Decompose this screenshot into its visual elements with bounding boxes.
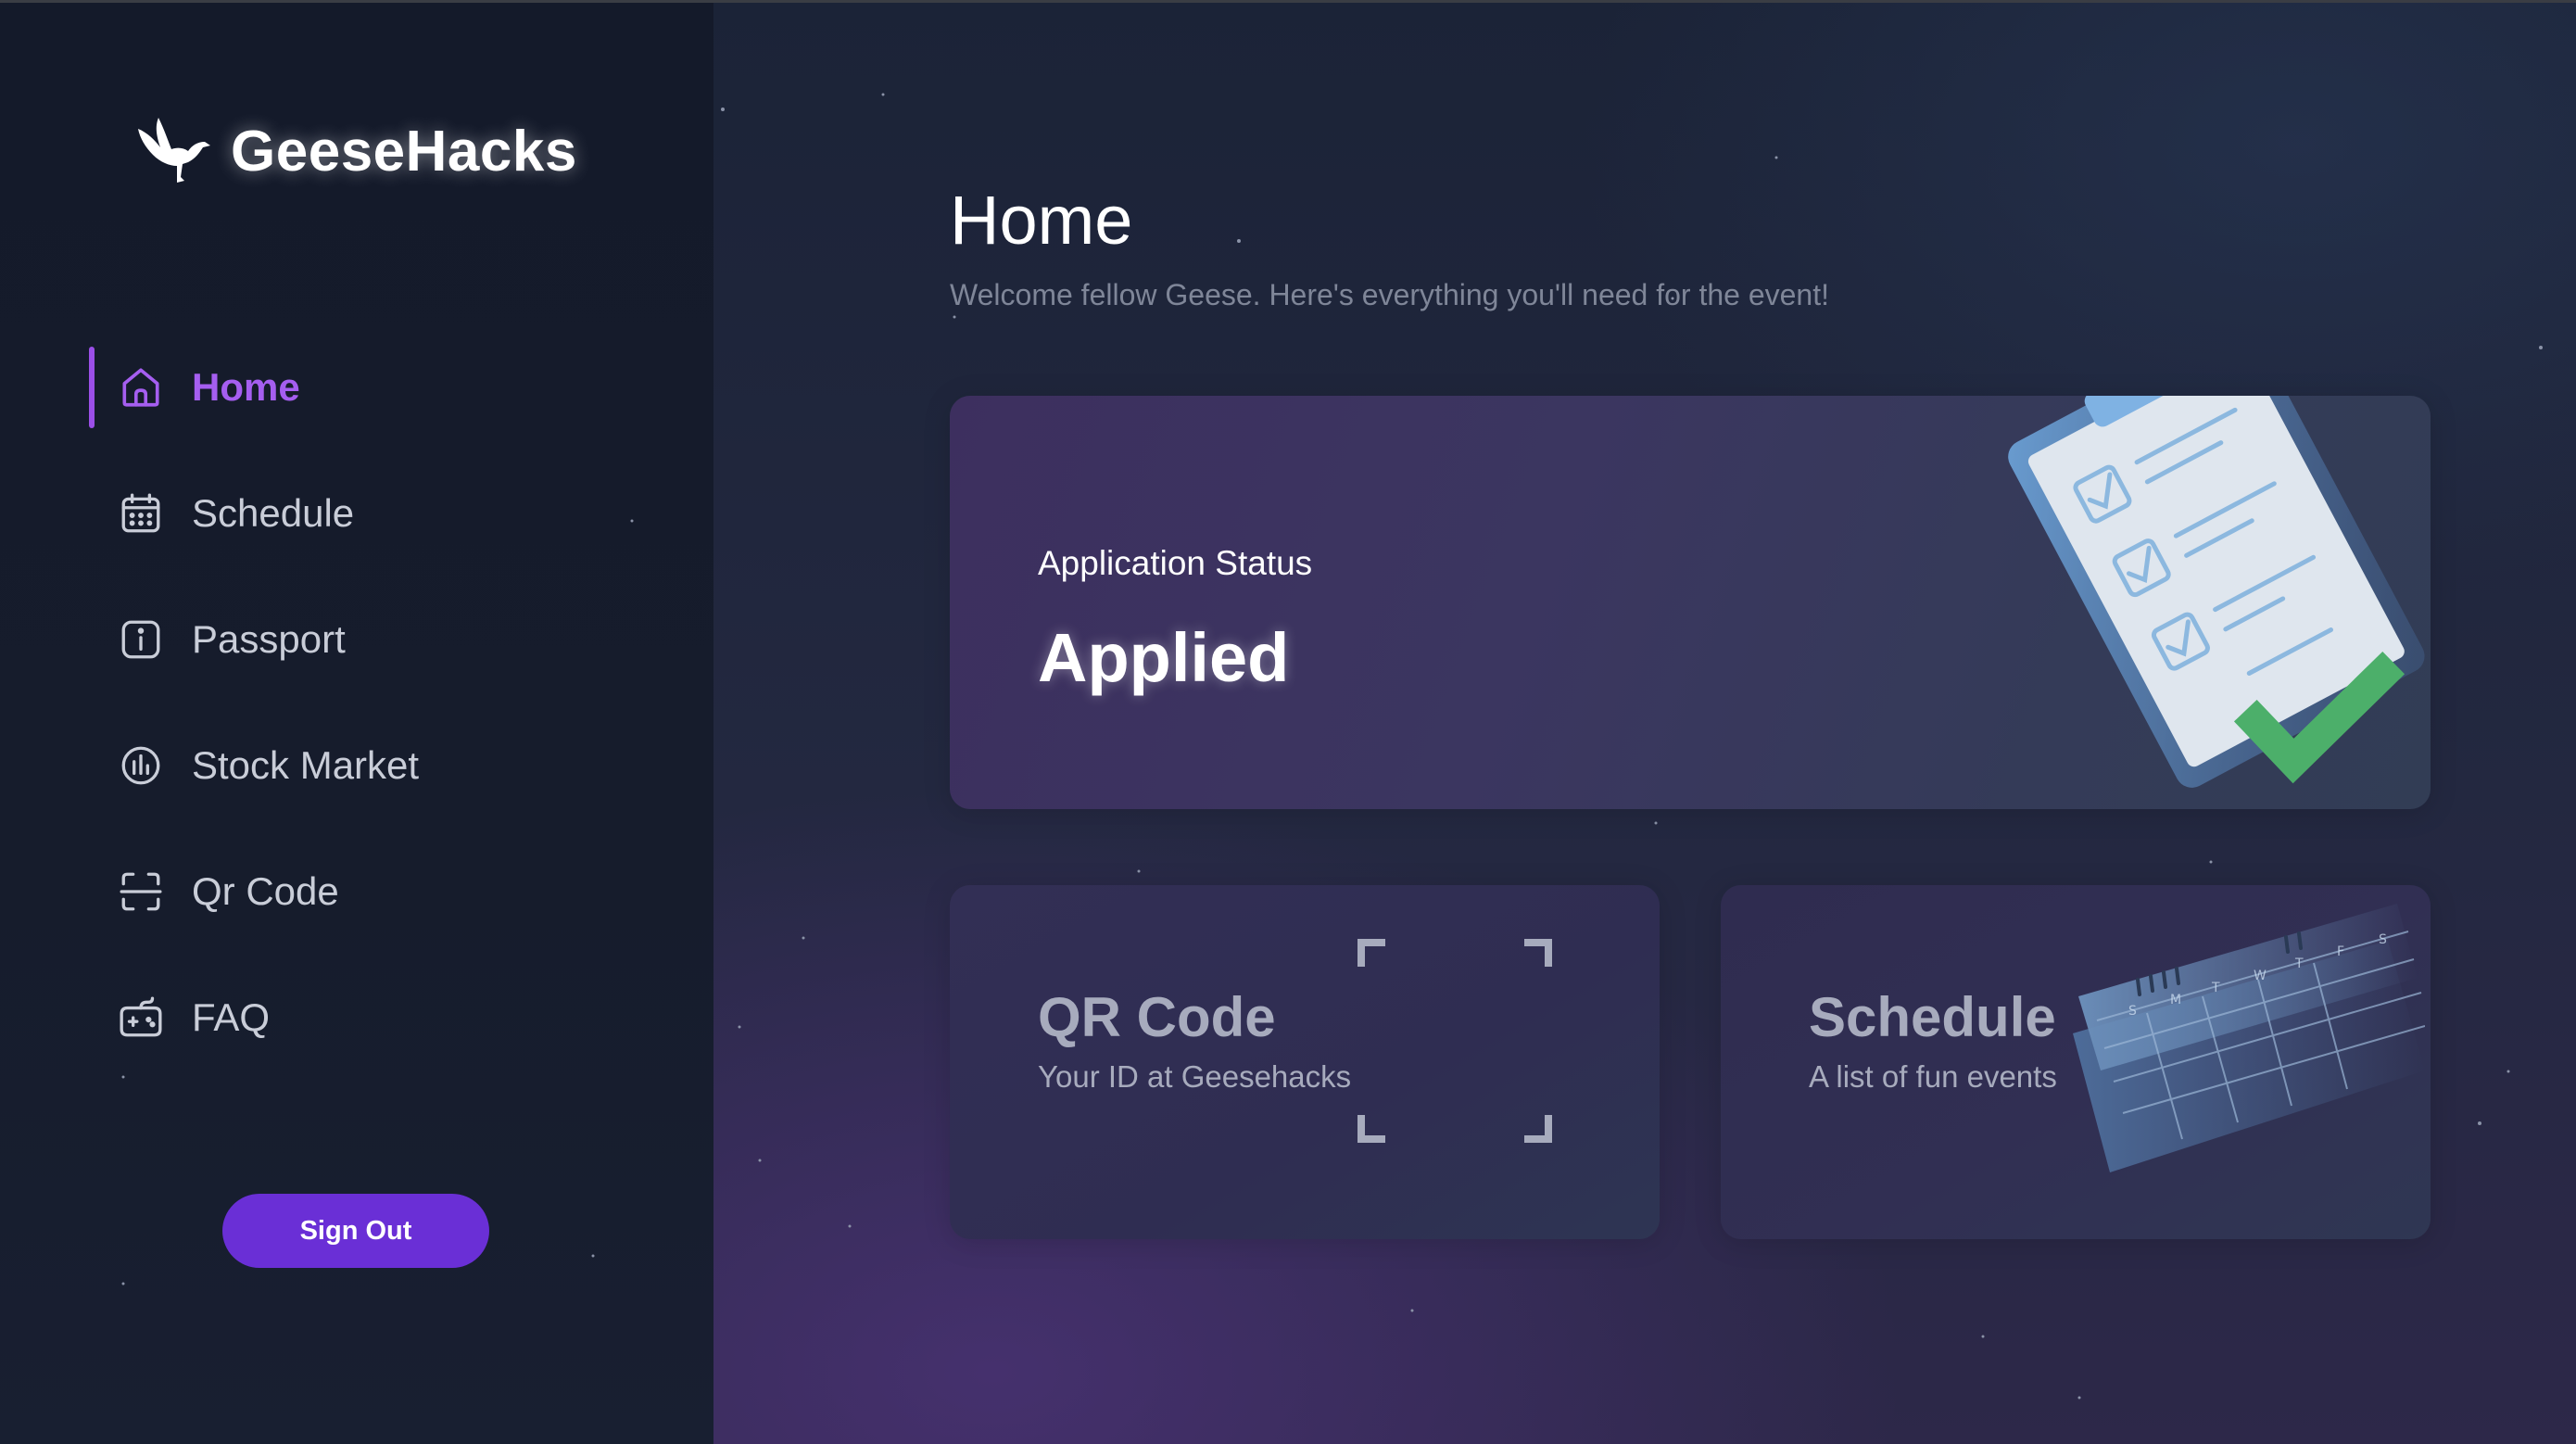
sidebar-item-label: FAQ [192, 995, 271, 1039]
calendar-day-letter: F [2337, 944, 2344, 959]
sidebar-item-label: Schedule [192, 491, 355, 535]
sidebar-item-passport[interactable]: Passport [0, 576, 713, 703]
calendar-icon [121, 493, 160, 533]
calendar-day-letter: T [2294, 956, 2304, 971]
home-icon [122, 368, 159, 407]
app-root: GeeseHacks Home Schedule Passport Stock … [0, 0, 2576, 1444]
sidebar: GeeseHacks Home Schedule Passport Stock … [0, 0, 713, 1444]
sidebar-item-label: Qr Code [192, 869, 339, 913]
calendar-day-letter: M [2170, 993, 2181, 1007]
page-title: Home [950, 182, 1133, 259]
sidebar-item-label: Passport [192, 617, 346, 661]
qr-card-title: QR Code [1038, 986, 1276, 1048]
sidebar-nav: Home Schedule Passport Stock Market Qr C… [0, 324, 713, 1081]
sidebar-item-faq[interactable]: FAQ [0, 955, 713, 1081]
calendar-illustration: S M T W T F S [2073, 904, 2425, 1172]
brand-name: GeeseHacks [231, 119, 577, 184]
sidebar-item-label: Stock Market [192, 743, 420, 787]
sidebar-item-qr-code[interactable]: Qr Code [0, 829, 713, 955]
schedule-card-subtitle: A list of fun events [1809, 1059, 2057, 1094]
brand-logo[interactable]: GeeseHacks [134, 116, 577, 186]
goose-icon [138, 118, 210, 183]
calendar-day-letter: S [2128, 1004, 2137, 1019]
sidebar-item-home[interactable]: Home [0, 324, 713, 450]
calendar-day-letter: T [2211, 981, 2220, 995]
page-subtitle: Welcome fellow Geese. Here's everything … [950, 278, 1829, 311]
chart-icon [121, 746, 160, 785]
info-icon [121, 620, 160, 659]
calendar-day-letter: W [2254, 969, 2267, 983]
qr-scan-frame-icon [1357, 939, 1552, 1143]
application-status-card[interactable]: Application Status Applied [950, 396, 2431, 809]
window-top-border [0, 0, 2576, 3]
schedule-card[interactable]: Schedule A list of fun events S M T W T … [1721, 885, 2431, 1239]
active-indicator [89, 347, 95, 428]
qr-card-subtitle: Your ID at Geesehacks [1038, 1059, 1352, 1094]
status-value: Applied [1038, 619, 1290, 696]
status-label: Application Status [1038, 544, 1313, 582]
sidebar-item-label: Home [192, 365, 300, 409]
qr-code-card[interactable]: QR Code Your ID at Geesehacks [950, 885, 1660, 1239]
clipboard-check-illustration [2008, 396, 2425, 788]
gamepad-icon [120, 996, 162, 1037]
scan-icon [120, 872, 162, 911]
sidebar-item-stock-market[interactable]: Stock Market [0, 703, 713, 829]
schedule-card-title: Schedule [1809, 986, 2056, 1048]
calendar-day-letter: S [2379, 932, 2387, 947]
sidebar-item-schedule[interactable]: Schedule [0, 450, 713, 576]
sign-out-button[interactable]: Sign Out [222, 1194, 489, 1268]
